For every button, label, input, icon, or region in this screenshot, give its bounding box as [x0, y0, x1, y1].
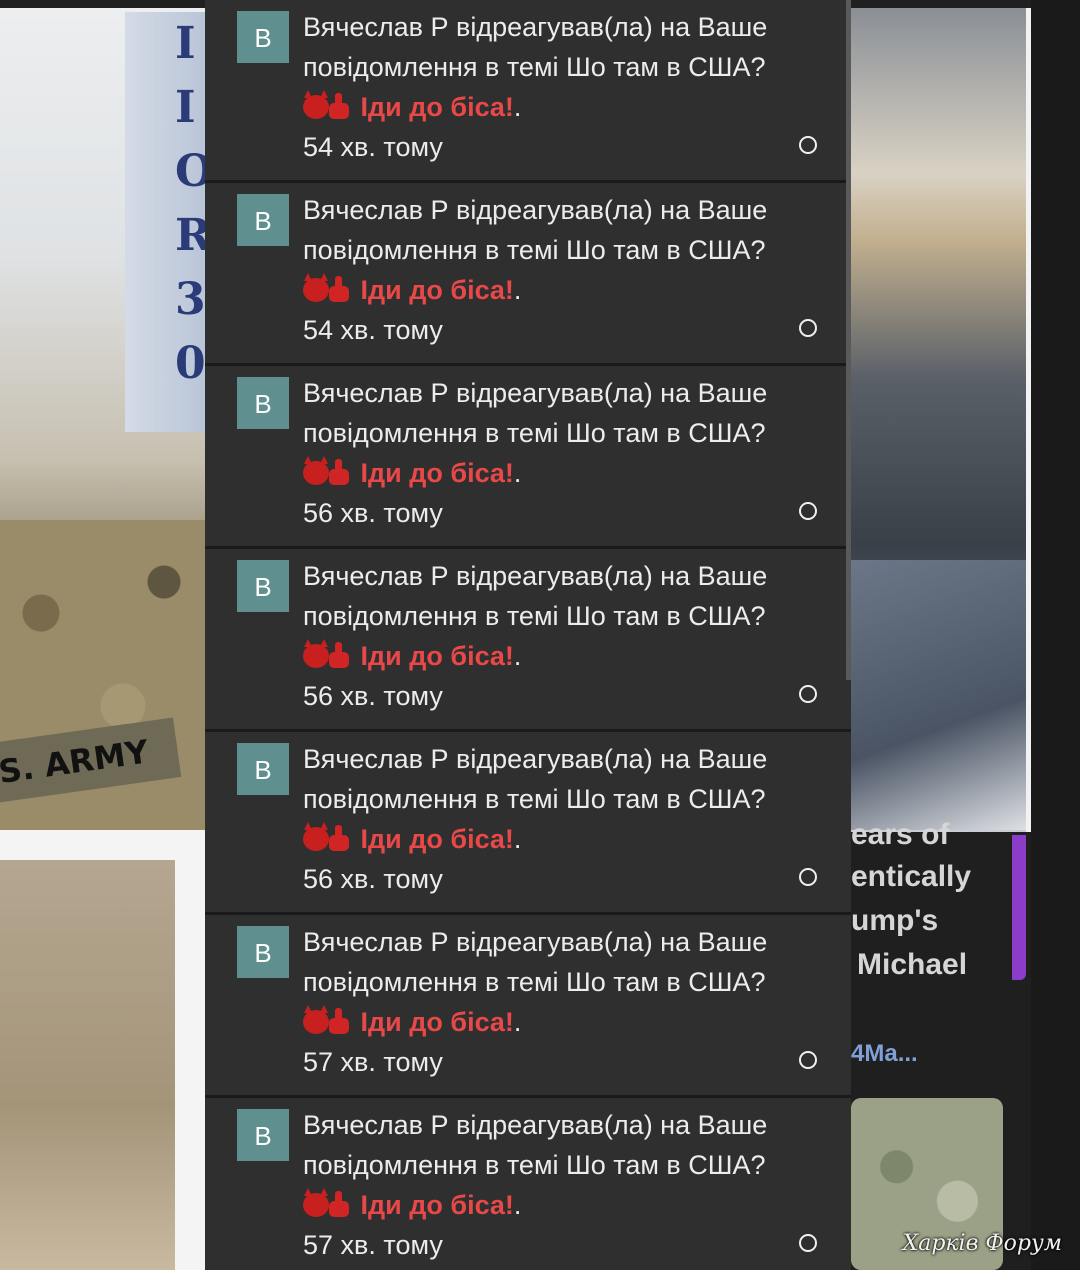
reaction: Іди до біса!.	[303, 270, 823, 310]
timestamp: 56 хв. тому	[303, 498, 443, 528]
reaction: Іди до біса!.	[303, 1002, 823, 1042]
mark-read-circle-icon[interactable]	[799, 319, 817, 337]
notification-line[interactable]: Вячеслав Р відреагував(ла) на Ваше	[303, 556, 823, 596]
flag-letter: 0	[175, 338, 206, 389]
notification-line[interactable]: Вячеслав Р відреагував(ла) на Ваше	[303, 373, 823, 413]
notification-line[interactable]: Вячеслав Р відреагував(ла) на Ваше	[303, 1105, 823, 1145]
devil-middle-finger-icon	[303, 1005, 353, 1036]
notification-line[interactable]: Вячеслав Р відреагував(ла) на Ваше	[303, 190, 823, 230]
flag-letter: I	[175, 18, 196, 69]
card-text-line: entically	[851, 860, 972, 893]
reaction-label: Іди до біса!	[360, 1007, 514, 1037]
notification-item[interactable]: В Вячеслав Р відреагував(ла) на Ваше пов…	[205, 915, 851, 1098]
timestamp: 57 хв. тому	[303, 1230, 443, 1260]
flag-letter: O	[175, 146, 214, 197]
devil-middle-finger-icon	[303, 90, 353, 121]
avatar[interactable]: В	[237, 377, 289, 429]
devil-middle-finger-icon	[303, 273, 353, 304]
notification-line[interactable]: повідомлення в темі Шо там в США?	[303, 230, 823, 270]
reaction-suffix: .	[513, 1007, 522, 1037]
notification-line[interactable]: повідомлення в темі Шо там в США?	[303, 413, 823, 453]
notification-text[interactable]: Вячеслав Р відреагував(ла) на Ваше повід…	[303, 739, 823, 899]
notification-text[interactable]: Вячеслав Р відреагував(ла) на Ваше повід…	[303, 556, 823, 716]
notification-item[interactable]: В Вячеслав Р відреагував(ла) на Ваше пов…	[205, 1098, 851, 1270]
avatar[interactable]: В	[237, 743, 289, 795]
mark-read-circle-icon[interactable]	[799, 685, 817, 703]
flag-letter: R	[175, 210, 212, 261]
reaction-label: Іди до біса!	[360, 824, 514, 854]
reaction-suffix: .	[513, 824, 522, 854]
notification-text[interactable]: Вячеслав Р відреагував(ла) на Ваше повід…	[303, 922, 823, 1082]
devil-middle-finger-icon	[303, 639, 353, 670]
reaction-suffix: .	[513, 275, 522, 305]
reaction: Іди до біса!.	[303, 819, 823, 859]
reaction-suffix: .	[513, 641, 522, 671]
avatar[interactable]: В	[237, 560, 289, 612]
avatar[interactable]: В	[237, 926, 289, 978]
mark-read-circle-icon[interactable]	[799, 1234, 817, 1252]
popup-scrollbar[interactable]	[846, 0, 851, 680]
notification-line[interactable]: повідомлення в темі Шо там в США?	[303, 779, 823, 819]
timestamp: 56 хв. тому	[303, 681, 443, 711]
reaction-label: Іди до біса!	[360, 92, 514, 122]
left-flag-banner: I I O R 3 0	[125, 12, 214, 432]
notification-line[interactable]: Вячеслав Р відреагував(ла) на Ваше	[303, 7, 823, 47]
notification-line[interactable]: Вячеслав Р відреагував(ла) на Ваше	[303, 739, 823, 779]
notification-line[interactable]: повідомлення в темі Шо там в США?	[303, 47, 823, 87]
reaction: Іди до біса!.	[303, 87, 823, 127]
avatar[interactable]: В	[237, 11, 289, 63]
card-text-line: ears of	[851, 818, 950, 851]
reaction-suffix: .	[513, 92, 522, 122]
avatar[interactable]: В	[237, 194, 289, 246]
notification-line[interactable]: повідомлення в темі Шо там в США?	[303, 596, 823, 636]
notification-text[interactable]: Вячеслав Р відреагував(ла) на Ваше повід…	[303, 190, 823, 350]
notification-item[interactable]: В Вячеслав Р відреагував(ла) на Ваше пов…	[205, 0, 851, 183]
timestamp: 54 хв. тому	[303, 132, 443, 162]
reaction: Іди до біса!.	[303, 453, 823, 493]
notification-line[interactable]: повідомлення в темі Шо там в США?	[303, 1145, 823, 1185]
notification-line[interactable]: повідомлення в темі Шо там в США?	[303, 962, 823, 1002]
notification-text[interactable]: Вячеслав Р відреагував(ла) на Ваше повід…	[303, 373, 823, 533]
notification-text[interactable]: Вячеслав Р відреагував(ла) на Ваше повід…	[303, 7, 823, 167]
notification-text[interactable]: Вячеслав Р відреагував(ла) на Ваше повід…	[303, 1105, 823, 1265]
notification-item[interactable]: В Вячеслав Р відреагував(ла) на Ваше пов…	[205, 549, 851, 732]
notification-item[interactable]: В Вячеслав Р відреагував(ла) на Ваше пов…	[205, 366, 851, 549]
timestamp: 54 хв. тому	[303, 315, 443, 345]
notification-item[interactable]: В Вячеслав Р відреагував(ла) на Ваше пов…	[205, 183, 851, 366]
mark-read-circle-icon[interactable]	[799, 1051, 817, 1069]
reaction-label: Іди до біса!	[360, 275, 514, 305]
card-text-line: Michael	[857, 948, 968, 981]
devil-middle-finger-icon	[303, 456, 353, 487]
mark-read-circle-icon[interactable]	[799, 502, 817, 520]
card-text-line: ump's	[851, 904, 939, 937]
reaction: Іди до біса!.	[303, 1185, 823, 1225]
notifications-popup: В Вячеслав Р відреагував(ла) на Ваше пов…	[205, 0, 851, 1270]
timestamp: 56 хв. тому	[303, 864, 443, 894]
reaction-label: Іди до біса!	[360, 458, 514, 488]
purple-accent	[1012, 835, 1026, 980]
flag-letter: 3	[175, 274, 206, 325]
reaction-label: Іди до біса!	[360, 1190, 514, 1220]
notification-item[interactable]: В Вячеслав Р відреагував(ла) на Ваше пов…	[205, 732, 851, 915]
watermark: Харків Форум	[902, 1231, 1062, 1256]
far-right-strip	[1031, 0, 1080, 1270]
reaction-suffix: .	[513, 1190, 522, 1220]
devil-middle-finger-icon	[303, 822, 353, 853]
devil-middle-finger-icon	[303, 1188, 353, 1219]
mark-read-circle-icon[interactable]	[799, 136, 817, 154]
right-photo-sleeve	[851, 560, 1031, 830]
flag-letter: I	[175, 82, 196, 133]
left-lower-photo	[0, 830, 205, 1270]
reaction: Іди до біса!.	[303, 636, 823, 676]
timestamp: 57 хв. тому	[303, 1047, 443, 1077]
notification-line[interactable]: Вячеслав Р відреагував(ла) на Ваше	[303, 922, 823, 962]
mark-read-circle-icon[interactable]	[799, 868, 817, 886]
reaction-suffix: .	[513, 458, 522, 488]
card-text-line: 4Ma...	[851, 1040, 918, 1067]
reaction-label: Іди до біса!	[360, 641, 514, 671]
avatar[interactable]: В	[237, 1109, 289, 1161]
